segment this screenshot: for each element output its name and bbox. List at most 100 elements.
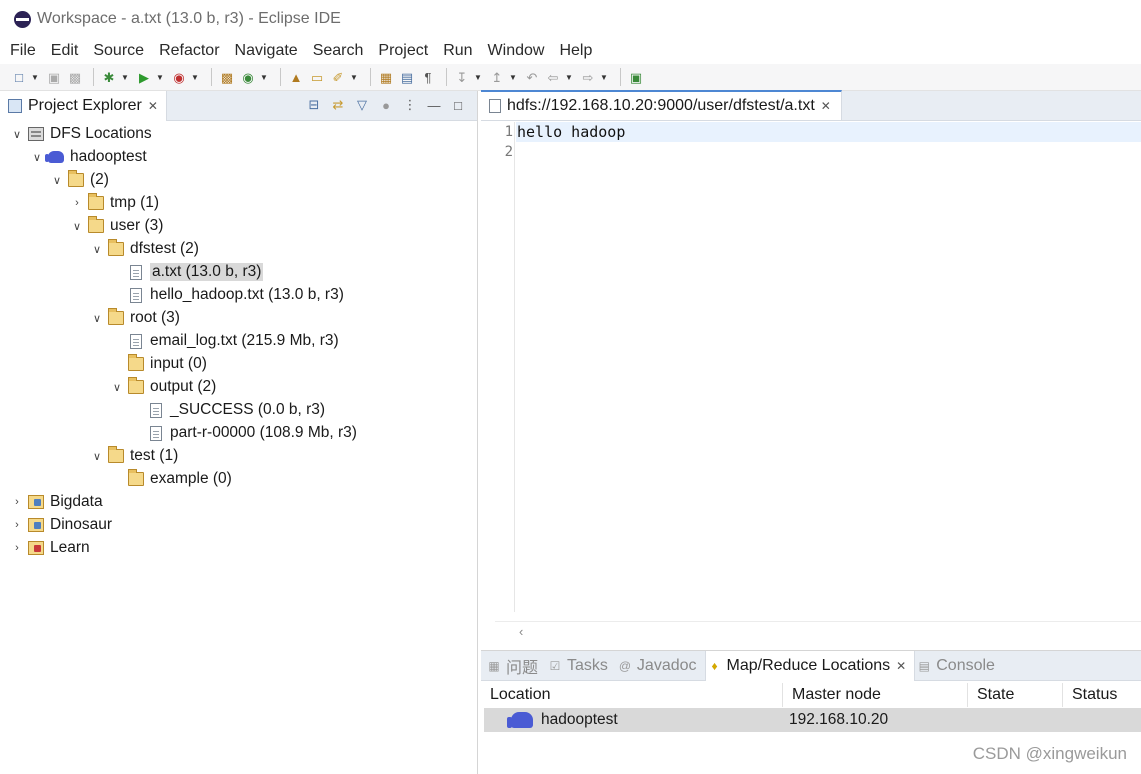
menu-navigate[interactable]: Navigate bbox=[235, 42, 298, 60]
run-icon[interactable]: ▶ bbox=[135, 68, 153, 86]
focus-icon[interactable]: ● bbox=[377, 96, 395, 114]
tree-item-user[interactable]: ∨ user (3) bbox=[70, 215, 163, 237]
close-icon[interactable]: ✕ bbox=[148, 99, 158, 113]
external-tools-icon[interactable]: ◉ bbox=[170, 68, 188, 86]
tree-item-input[interactable]: › input (0) bbox=[110, 353, 207, 375]
new-dropdown-icon[interactable]: ▼ bbox=[31, 73, 40, 82]
menu-file[interactable]: File bbox=[10, 42, 36, 60]
collapse-all-icon[interactable]: ⊟ bbox=[305, 96, 323, 114]
tree-item-example[interactable]: › example (0) bbox=[110, 468, 232, 490]
open-perspective-icon[interactable]: ▣ bbox=[627, 68, 645, 86]
last-edit-icon[interactable]: ↶ bbox=[523, 68, 541, 86]
column-header-status[interactable]: Status bbox=[1063, 683, 1141, 707]
filter-icon[interactable]: ▽ bbox=[353, 96, 371, 114]
menu-edit[interactable]: Edit bbox=[51, 42, 79, 60]
code-line[interactable]: hello hadoop bbox=[516, 122, 1141, 142]
tab-console[interactable]: ▤ Console bbox=[915, 651, 1003, 681]
forward-icon[interactable]: ⇨ bbox=[579, 68, 597, 86]
new-icon[interactable]: □ bbox=[10, 68, 28, 86]
back-icon[interactable]: ⇦ bbox=[544, 68, 562, 86]
tree-item-root-folder[interactable]: ∨ (2) bbox=[50, 169, 109, 191]
next-annotation-icon[interactable]: ↧ bbox=[453, 68, 471, 86]
menu-project[interactable]: Project bbox=[378, 42, 428, 60]
tab-mapreduce-locations[interactable]: ♦ Map/Reduce Locations ✕ bbox=[704, 650, 916, 681]
menu-source[interactable]: Source bbox=[93, 42, 144, 60]
back-dropdown-icon[interactable]: ▼ bbox=[565, 73, 574, 82]
chevron-down-icon[interactable]: ∨ bbox=[90, 312, 104, 325]
column-header-state[interactable]: State bbox=[968, 683, 1063, 707]
external-tools-dropdown-icon[interactable]: ▼ bbox=[191, 73, 200, 82]
tree-item-test[interactable]: ∨ test (1) bbox=[90, 445, 178, 467]
maximize-icon[interactable]: □ bbox=[449, 96, 467, 114]
tree-item-email-log-txt[interactable]: › email_log.txt (215.9 Mb, r3) bbox=[110, 330, 339, 352]
chevron-right-icon[interactable]: › bbox=[10, 496, 24, 508]
table-row[interactable]: hadooptest 192.168.10.20 bbox=[484, 708, 1141, 732]
search-dropdown-icon[interactable]: ▼ bbox=[350, 73, 359, 82]
column-header-master-node[interactable]: Master node bbox=[783, 683, 968, 707]
column-header-location[interactable]: Location bbox=[481, 683, 783, 707]
horizontal-scrollbar[interactable]: ‹ bbox=[495, 621, 1141, 641]
folder-open-icon bbox=[128, 469, 144, 486]
tree-item-dfstest[interactable]: ∨ dfstest (2) bbox=[90, 238, 199, 260]
code-line[interactable] bbox=[516, 142, 1141, 162]
tree-item-root[interactable]: ∨ root (3) bbox=[90, 307, 180, 329]
tree-item-bigdata[interactable]: › Bigdata bbox=[10, 491, 102, 513]
chevron-right-icon[interactable]: › bbox=[10, 542, 24, 554]
chevron-down-icon[interactable]: ∨ bbox=[70, 220, 84, 233]
tree-item-learn[interactable]: › Learn bbox=[10, 537, 90, 559]
chevron-down-icon[interactable]: ∨ bbox=[90, 243, 104, 256]
tree-item-output[interactable]: ∨ output (2) bbox=[110, 376, 216, 398]
block-selection-icon[interactable]: ▤ bbox=[398, 68, 416, 86]
view-menu-icon[interactable]: ⋮ bbox=[401, 96, 419, 114]
tab-editor-file[interactable]: hdfs://192.168.10.20:9000/user/dfstest/a… bbox=[481, 90, 842, 120]
chevron-down-icon[interactable]: ∨ bbox=[30, 151, 44, 164]
debug-icon[interactable]: ✱ bbox=[100, 68, 118, 86]
scroll-left-icon[interactable]: ‹ bbox=[519, 624, 523, 639]
chevron-down-icon[interactable]: ∨ bbox=[10, 128, 24, 141]
menu-search[interactable]: Search bbox=[313, 42, 364, 60]
minimize-icon[interactable]: — bbox=[425, 96, 443, 114]
forward-dropdown-icon[interactable]: ▼ bbox=[600, 73, 609, 82]
run-dropdown-icon[interactable]: ▼ bbox=[156, 73, 165, 82]
tree-item-success[interactable]: › _SUCCESS (0.0 b, r3) bbox=[130, 399, 325, 421]
menu-help[interactable]: Help bbox=[559, 42, 592, 60]
new-class-dropdown-icon[interactable]: ▼ bbox=[260, 73, 269, 82]
tree-item-a-txt[interactable]: › a.txt (13.0 b, r3) bbox=[110, 261, 264, 283]
tab-javadoc[interactable]: @ Javadoc bbox=[616, 651, 705, 681]
menu-window[interactable]: Window bbox=[488, 42, 545, 60]
next-annotation-dropdown-icon[interactable]: ▼ bbox=[474, 73, 483, 82]
tab-project-explorer[interactable]: Project Explorer ✕ bbox=[0, 90, 167, 121]
text-editor[interactable]: 1 2 hello hadoop bbox=[495, 122, 1141, 612]
tree-item-hello-hadoop-txt[interactable]: › hello_hadoop.txt (13.0 b, r3) bbox=[110, 284, 344, 306]
chevron-down-icon[interactable]: ∨ bbox=[110, 381, 124, 394]
tab-problems[interactable]: ▦ 问题 bbox=[485, 651, 546, 681]
close-icon[interactable]: ✕ bbox=[821, 99, 831, 113]
new-package-icon[interactable]: ▩ bbox=[218, 68, 236, 86]
search-icon[interactable]: ✐ bbox=[329, 68, 347, 86]
debug-dropdown-icon[interactable]: ▼ bbox=[121, 73, 130, 82]
save-all-icon[interactable]: ▩ bbox=[66, 68, 84, 86]
prev-annotation-dropdown-icon[interactable]: ▼ bbox=[509, 73, 518, 82]
tree-item-dinosaur[interactable]: › Dinosaur bbox=[10, 514, 112, 536]
chevron-right-icon[interactable]: › bbox=[70, 197, 84, 209]
show-whitespace-icon[interactable]: ¶ bbox=[419, 68, 437, 86]
link-with-editor-icon[interactable]: ⇄ bbox=[329, 96, 347, 114]
tree-item-tmp[interactable]: › tmp (1) bbox=[70, 192, 159, 214]
open-type-icon[interactable]: ▲ bbox=[287, 68, 305, 86]
chevron-right-icon[interactable]: › bbox=[10, 519, 24, 531]
menu-refactor[interactable]: Refactor bbox=[159, 42, 219, 60]
chevron-down-icon[interactable]: ∨ bbox=[90, 450, 104, 463]
tree-item-part-r-00000[interactable]: › part-r-00000 (108.9 Mb, r3) bbox=[130, 422, 357, 444]
prev-annotation-icon[interactable]: ↥ bbox=[488, 68, 506, 86]
annotation-icon[interactable]: ▦ bbox=[377, 68, 395, 86]
close-icon[interactable]: ✕ bbox=[896, 659, 906, 673]
open-folder-icon[interactable]: ▭ bbox=[308, 68, 326, 86]
menu-run[interactable]: Run bbox=[443, 42, 472, 60]
tab-tasks[interactable]: ☑ Tasks bbox=[546, 651, 616, 681]
tree-item-hadooptest[interactable]: ∨ hadooptest bbox=[30, 146, 147, 168]
new-class-icon[interactable]: ◉ bbox=[239, 68, 257, 86]
code-area[interactable]: hello hadoop bbox=[516, 122, 1141, 162]
tree-item-dfs-locations[interactable]: ∨ DFS Locations bbox=[10, 123, 152, 145]
save-icon[interactable]: ▣ bbox=[45, 68, 63, 86]
chevron-down-icon[interactable]: ∨ bbox=[50, 174, 64, 187]
